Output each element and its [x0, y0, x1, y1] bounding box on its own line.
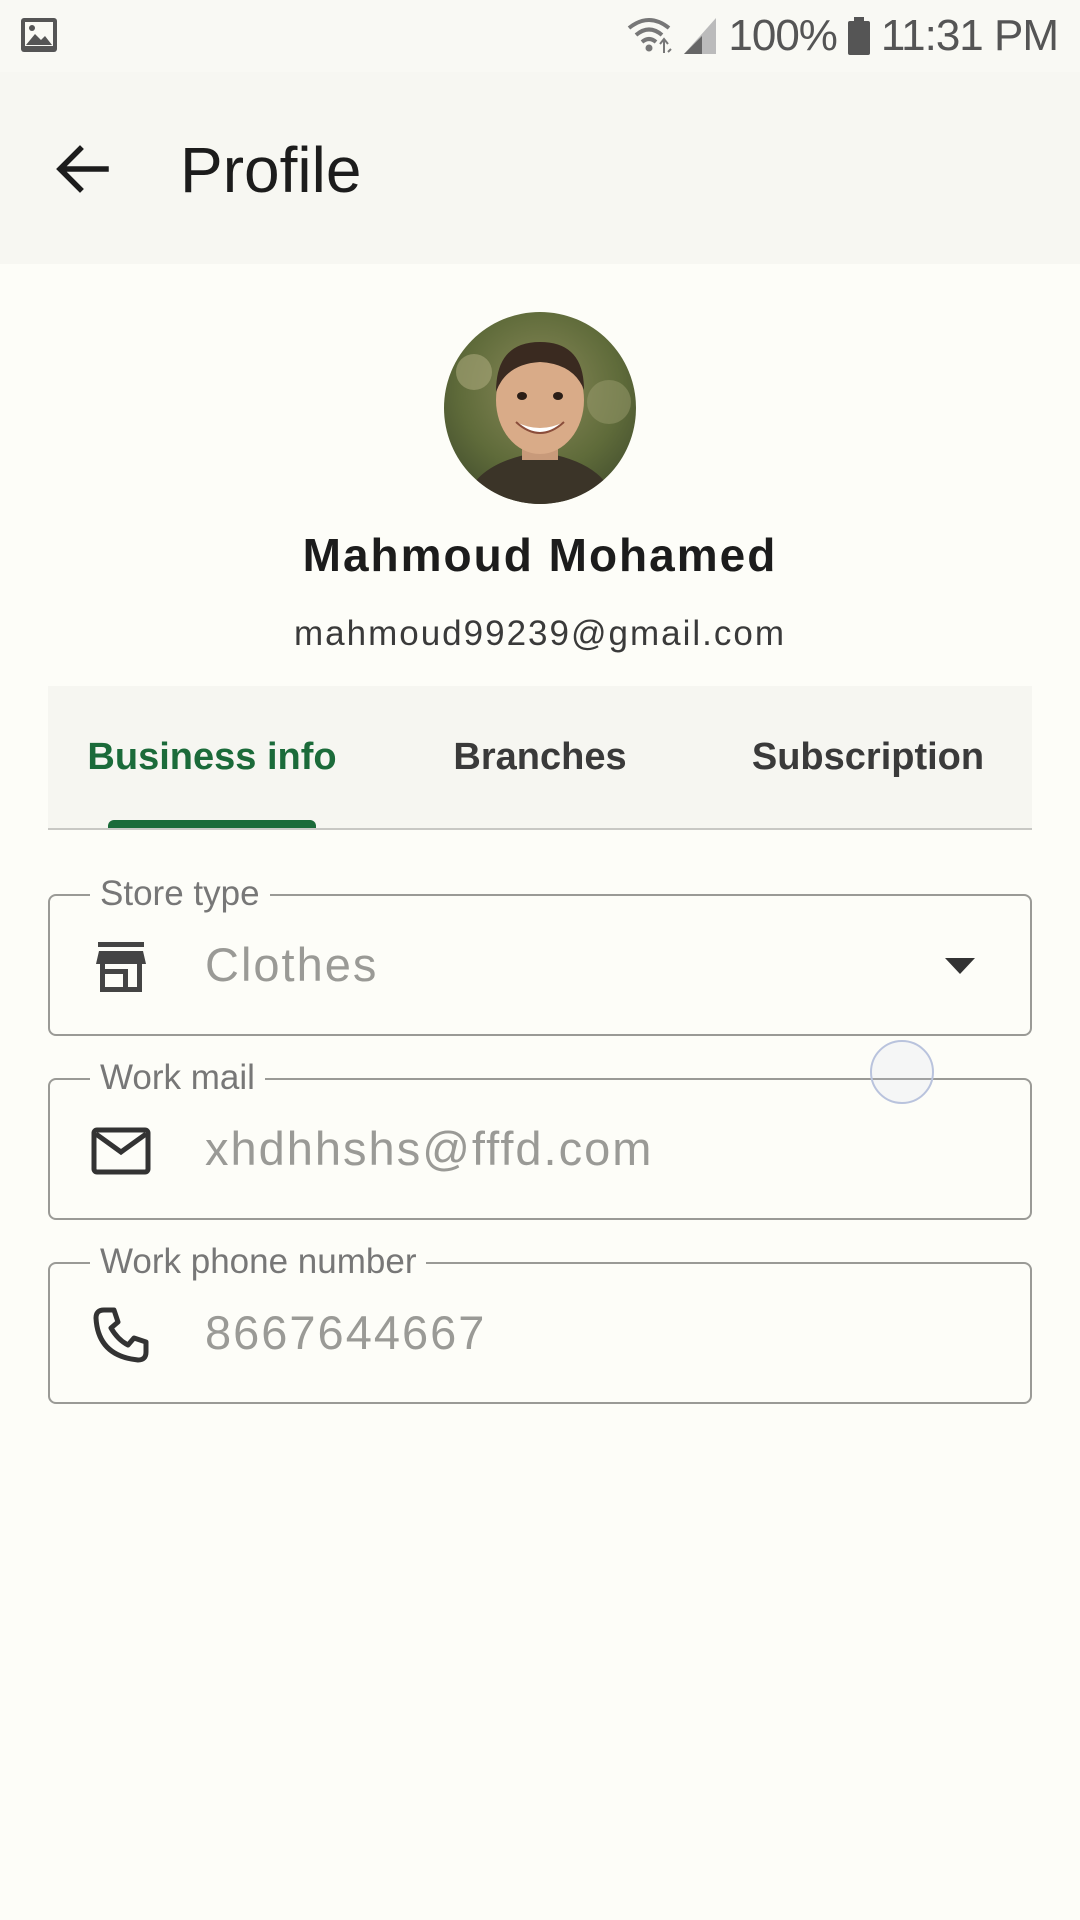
phone-icon: [93, 1307, 149, 1363]
tab-branches[interactable]: Branches: [376, 686, 704, 828]
status-bar: 100% 11:31 PM: [0, 0, 1080, 72]
tab-subscription[interactable]: Subscription: [704, 686, 1032, 828]
user-email: mahmoud99239@gmail.com: [294, 614, 786, 653]
work-mail-value: xhdhhshs@fffd.com: [205, 1122, 654, 1175]
touch-indicator: [870, 1040, 934, 1104]
tab-bar: Business info Branches Subscription: [48, 686, 1032, 830]
active-tab-indicator: [108, 820, 316, 828]
avatar: [444, 312, 636, 504]
store-type-dropdown[interactable]: Store type Clothes: [48, 870, 1032, 1036]
mail-icon: [91, 1127, 151, 1175]
store-icon: [96, 942, 146, 992]
work-phone-field[interactable]: Work phone number 8667644667: [48, 1238, 1032, 1404]
app-bar: Profile: [0, 72, 1080, 264]
dropdown-arrow-icon[interactable]: [942, 954, 978, 978]
wifi-icon: [628, 18, 673, 53]
signal-icon: [684, 18, 717, 54]
clock: 11:31 PM: [880, 11, 1059, 60]
back-arrow-icon[interactable]: [48, 134, 118, 204]
battery-icon: [847, 17, 870, 55]
battery-percentage: 100%: [728, 11, 838, 60]
user-name: Mahmoud Mohamed: [302, 529, 778, 581]
gallery-notification-icon: [21, 18, 57, 52]
work-phone-value: 8667644667: [205, 1306, 487, 1359]
tab-business-info[interactable]: Business info: [48, 686, 376, 828]
store-type-value: Clothes: [205, 938, 379, 991]
page-title: Profile: [180, 134, 362, 206]
